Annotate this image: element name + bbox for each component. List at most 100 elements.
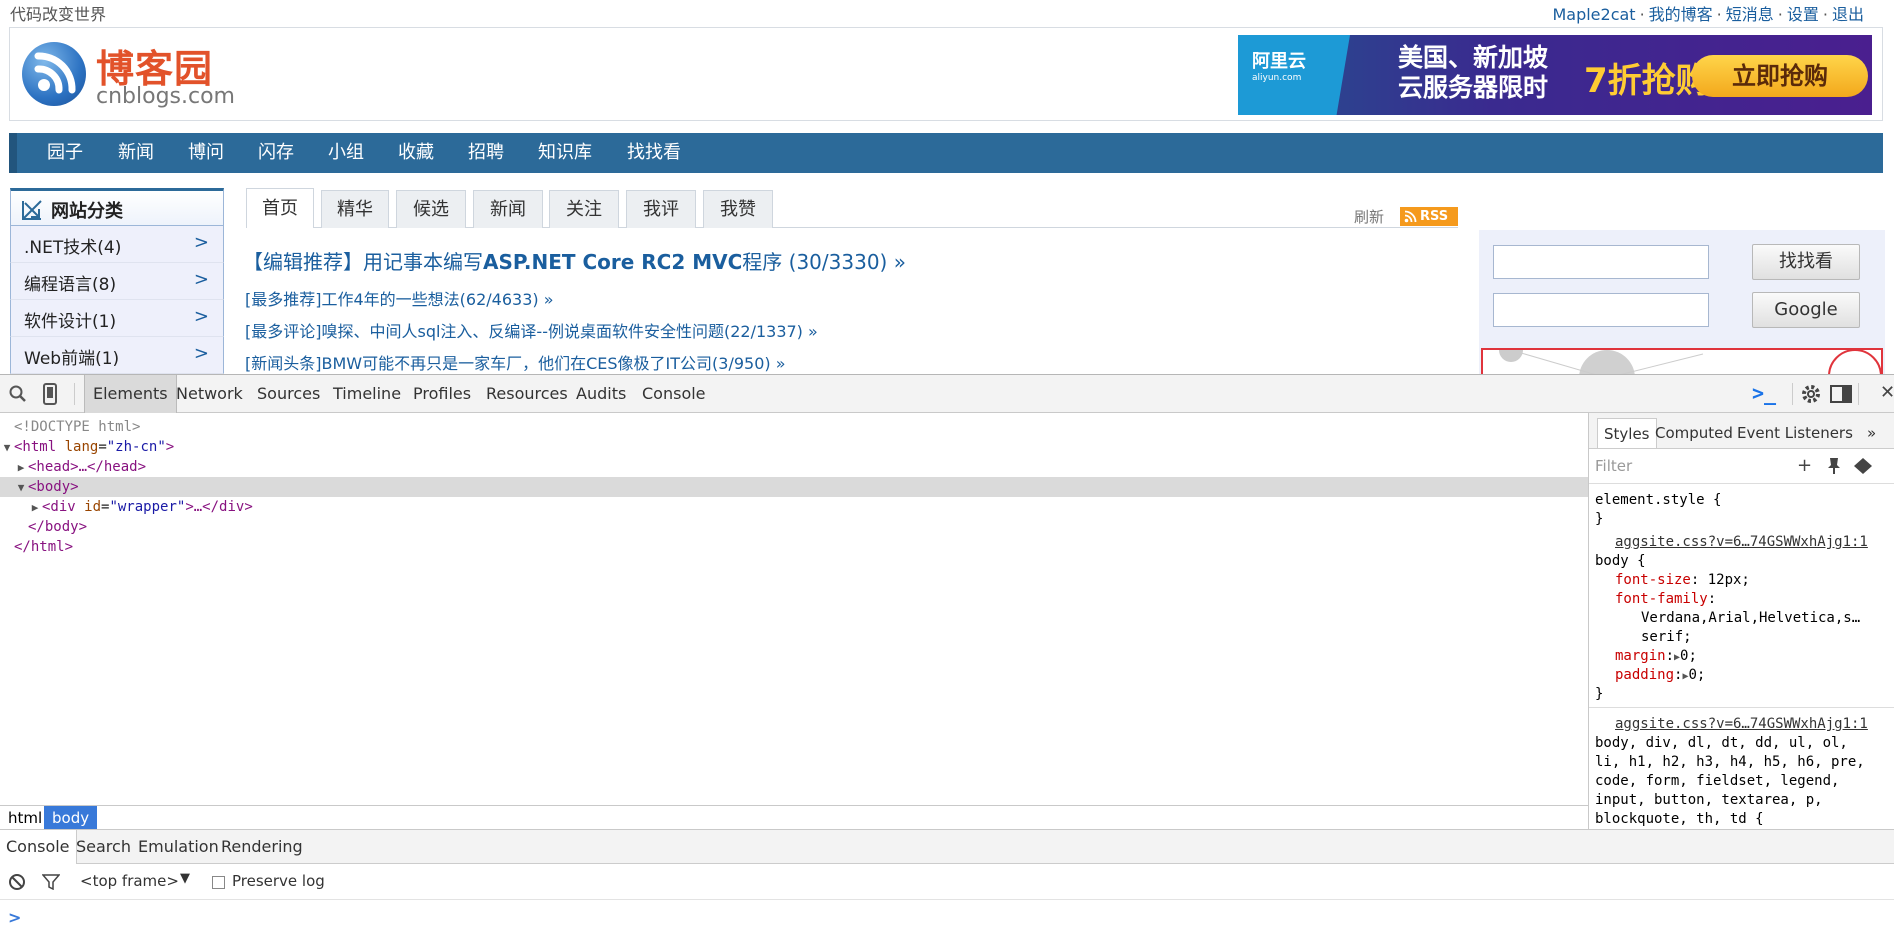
tab-profiles[interactable]: Profiles: [405, 375, 479, 413]
drawer-tab-console[interactable]: Console: [0, 830, 77, 864]
tab-audits[interactable]: Audits: [568, 375, 634, 413]
drawer-tab-emulation[interactable]: Emulation: [132, 830, 225, 864]
tab-console[interactable]: Console: [634, 375, 714, 413]
messages-link[interactable]: 短消息: [1726, 5, 1774, 24]
tab-essence[interactable]: 精华: [321, 190, 389, 228]
console-drawer-icon[interactable]: >_: [1752, 381, 1776, 405]
rule-selector[interactable]: code, form, fieldset, legend,: [1595, 772, 1839, 791]
ad-banner[interactable]: 阿里云 aliyun.com 美国、新加坡 云服务器限时 7折抢购 立即抢购: [1238, 35, 1872, 115]
logout-link[interactable]: 退出: [1832, 5, 1864, 24]
breadcrumb-html[interactable]: html: [0, 806, 50, 830]
rss-button[interactable]: RSS: [1400, 207, 1458, 226]
nav-item-kb[interactable]: 知识库: [538, 133, 592, 173]
styles-filter-input[interactable]: Filter: [1595, 457, 1632, 475]
google-search-button[interactable]: Google: [1752, 292, 1860, 328]
css-source-link[interactable]: aggsite.css?v=6…74GSWWxhAjg1:1: [1615, 715, 1868, 734]
css-property[interactable]: font-family:: [1615, 590, 1716, 609]
site-search-input[interactable]: [1493, 245, 1709, 279]
dock-side-icon[interactable]: [1830, 384, 1852, 408]
news-item[interactable]: [最多评论]嗅探、中间人sql注入、反编译--例说桌面软件安全性问题(22/13…: [245, 318, 818, 342]
gear-icon[interactable]: [1800, 383, 1822, 409]
css-property[interactable]: font-size: 12px;: [1615, 571, 1750, 590]
settings-link[interactable]: 设置: [1787, 5, 1819, 24]
rule-selector[interactable]: body, div, dl, dt, dd, ul, ol,: [1595, 734, 1848, 753]
aliyun-logo: 阿里云 aliyun.com: [1252, 51, 1306, 83]
tab-my-comments[interactable]: 我评: [626, 190, 696, 228]
nav-item-garden[interactable]: 园子: [47, 133, 83, 173]
side-ad-image[interactable]: [1481, 348, 1883, 374]
drawer-tab-search[interactable]: Search: [70, 830, 137, 864]
rule-selector[interactable]: blockquote, th, td {: [1595, 810, 1764, 829]
rule-selector[interactable]: body {: [1595, 552, 1646, 571]
nav-item-news[interactable]: 新闻: [118, 133, 154, 173]
tab-resources[interactable]: Resources: [478, 375, 576, 413]
my-blog-link[interactable]: 我的博客: [1649, 5, 1713, 24]
chevron-down-icon[interactable]: ▼: [180, 871, 190, 886]
new-style-rule-icon[interactable]: +: [1797, 455, 1812, 476]
clear-console-icon[interactable]: [8, 873, 26, 895]
category-item-web[interactable]: Web前端(1) >: [10, 337, 224, 374]
tab-styles[interactable]: Styles: [1597, 418, 1657, 448]
nav-item-jobs[interactable]: 招聘: [468, 133, 504, 173]
search-icon[interactable]: [8, 384, 28, 408]
css-property[interactable]: padding:▶0;: [1615, 666, 1705, 686]
drawer-tab-rendering[interactable]: Rendering: [215, 830, 309, 864]
dom-head-node[interactable]: ▶ <head>…</head>: [0, 457, 1588, 477]
rss-logo-icon[interactable]: [22, 42, 86, 106]
tab-event-listeners[interactable]: Event Listeners: [1731, 418, 1859, 448]
tab-news[interactable]: 新闻: [473, 190, 543, 228]
nav-item-favorites[interactable]: 收藏: [398, 133, 434, 173]
google-search-input[interactable]: [1493, 293, 1709, 327]
tab-home[interactable]: 首页: [246, 188, 314, 228]
category-item-dotnet[interactable]: .NET技术(4) >: [10, 226, 224, 263]
dom-body-node[interactable]: ▼ <body>: [0, 477, 1588, 497]
collapse-triangle-icon[interactable]: ▶: [14, 458, 28, 478]
preserve-log-checkbox[interactable]: [212, 876, 225, 889]
device-mode-icon[interactable]: [42, 383, 58, 409]
nav-item-group[interactable]: 小组: [328, 133, 364, 173]
css-value[interactable]: Verdana,Arial,Helvetica,s…: [1641, 609, 1860, 628]
tab-elements[interactable]: Elements: [84, 375, 177, 413]
username-link[interactable]: Maple2cat: [1552, 5, 1635, 24]
category-item-lang[interactable]: 编程语言(8) >: [10, 263, 224, 300]
tab-candidate[interactable]: 候选: [396, 190, 466, 228]
expand-triangle-icon[interactable]: ▼: [0, 438, 14, 458]
frame-select[interactable]: <top frame>: [80, 872, 179, 890]
news-item[interactable]: [新闻头条]BMW可能不再只是一家车厂，他们在CES像极了IT公司(3/950)…: [245, 350, 786, 374]
more-tabs-icon[interactable]: »: [1861, 418, 1882, 448]
nav-item-search[interactable]: 找找看: [627, 133, 681, 173]
dom-html-node[interactable]: ▼ <html lang="zh-cn">: [0, 437, 1588, 457]
nav-item-question[interactable]: 博问: [188, 133, 224, 173]
css-source-link[interactable]: aggsite.css?v=6…74GSWWxhAjg1:1: [1615, 533, 1868, 552]
css-value[interactable]: serif;: [1641, 628, 1692, 647]
pin-icon[interactable]: [1827, 457, 1841, 479]
tab-computed[interactable]: Computed: [1649, 418, 1739, 448]
category-item-design[interactable]: 软件设计(1) >: [10, 300, 224, 337]
editor-pick-headline[interactable]: 【编辑推荐】用记事本编写ASP.NET Core RC2 MVC程序 (30/3…: [243, 246, 906, 275]
dom-body-close[interactable]: </body>: [0, 517, 1588, 537]
tab-sources[interactable]: Sources: [249, 375, 328, 413]
css-property[interactable]: margin:▶0;: [1615, 647, 1697, 667]
tab-follow[interactable]: 关注: [549, 190, 619, 228]
close-icon[interactable]: ✕: [1880, 382, 1894, 403]
dom-html-close[interactable]: </html>: [0, 537, 1588, 557]
breadcrumb-body[interactable]: body: [44, 806, 98, 830]
rule-selector[interactable]: li, h1, h2, h3, h4, h5, h6, pre,: [1595, 753, 1865, 772]
filter-icon[interactable]: [41, 874, 61, 894]
collapse-triangle-icon[interactable]: ▶: [28, 498, 42, 518]
site-search-button[interactable]: 找找看: [1752, 244, 1860, 280]
ad-buy-button[interactable]: 立即抢购: [1692, 55, 1868, 97]
nav-item-flash[interactable]: 闪存: [258, 133, 294, 173]
dom-doctype[interactable]: <!DOCTYPE html>: [0, 417, 1588, 437]
refresh-link[interactable]: 刷新: [1354, 206, 1384, 227]
expand-triangle-icon[interactable]: ▼: [14, 478, 28, 498]
news-item[interactable]: [最多推荐]工作4年的一些想法(62/4633) »: [245, 286, 554, 310]
color-format-icon[interactable]: [1853, 457, 1873, 479]
tab-timeline[interactable]: Timeline: [325, 375, 409, 413]
rule-selector[interactable]: input, button, textarea, p,: [1595, 791, 1823, 810]
element-style-rule[interactable]: element.style {: [1595, 491, 1721, 510]
console-prompt[interactable]: >: [8, 908, 21, 927]
dom-div-wrapper-node[interactable]: ▶ <div id="wrapper">…</div>: [0, 497, 1588, 517]
tab-network[interactable]: Network: [168, 375, 251, 413]
tab-my-likes[interactable]: 我赞: [703, 190, 773, 228]
